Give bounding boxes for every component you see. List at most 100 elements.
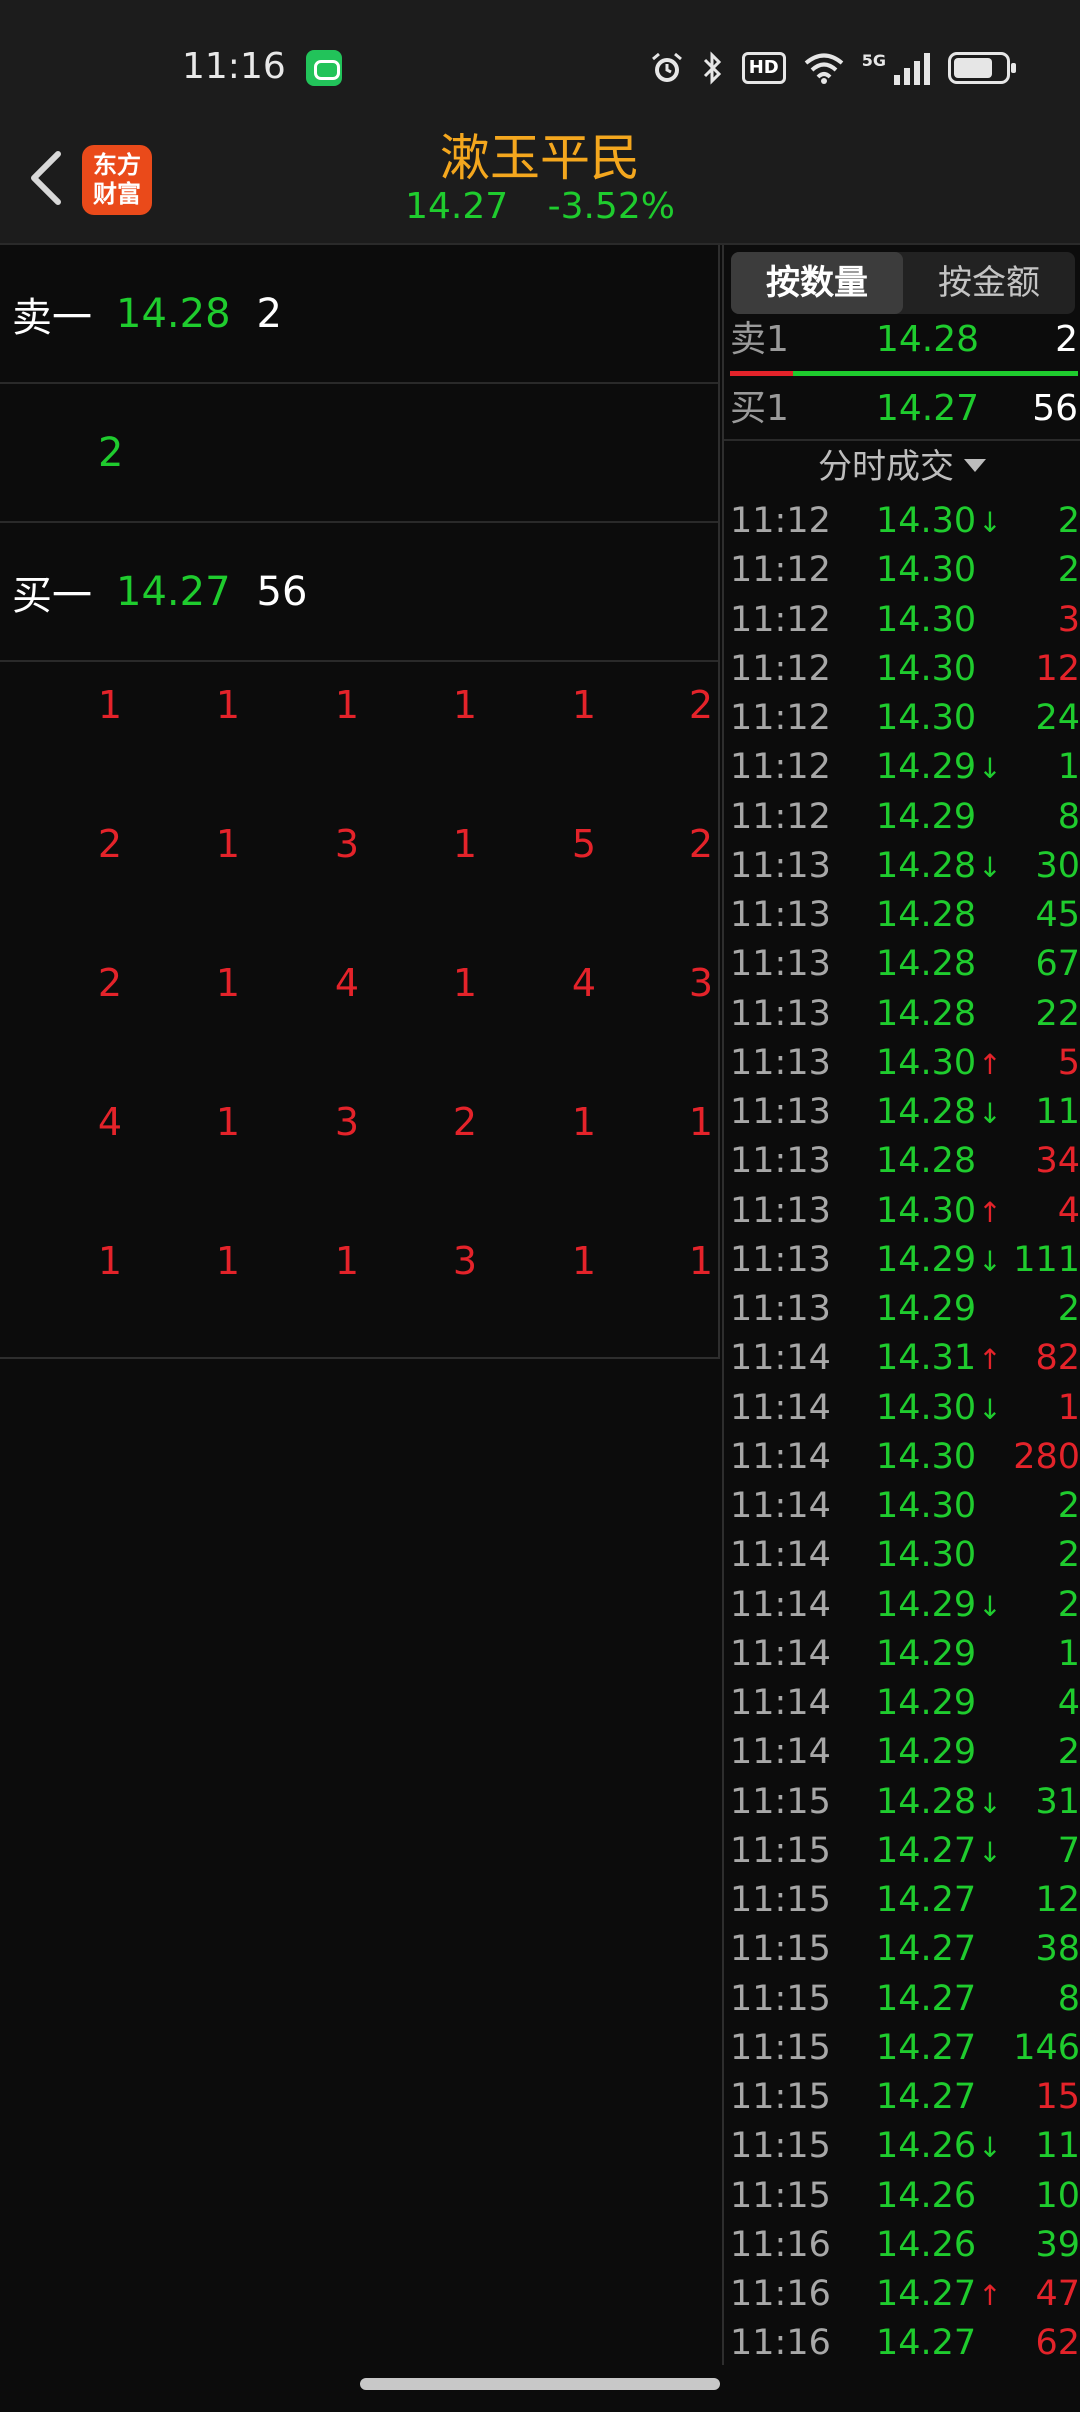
trade-price-value: 14.27 xyxy=(876,2323,977,2364)
queue-order-volume: 1 xyxy=(215,961,241,1005)
queue-order-volume: 1 xyxy=(215,683,241,727)
trade-price-value: 14.26 xyxy=(876,2126,977,2167)
trade-price-value: 14.30 xyxy=(876,599,977,640)
trade-price: 14.27 xyxy=(876,1876,976,1925)
trade-volume: 2 xyxy=(1057,1289,1080,1329)
queue-order-volume: 4 xyxy=(334,961,360,1005)
sell1-queue-row: 2 xyxy=(0,384,718,523)
trade-row: 11:15 14.26↓ 11 xyxy=(730,2122,1080,2171)
trade-volume: 2 xyxy=(1057,1584,1080,1625)
trade-row: 11:13 14.28 22 xyxy=(730,990,1080,1039)
trade-time: 11:14 xyxy=(730,1633,831,1674)
buy1-volume: 56 xyxy=(256,568,308,615)
trade-time: 11:12 xyxy=(730,747,831,788)
gesture-nav-bar[interactable] xyxy=(360,2378,720,2390)
trade-time: 11:13 xyxy=(730,1141,831,1182)
stock-quote: 14.27 -3.52% xyxy=(0,186,1080,227)
trade-volume: 11 xyxy=(1035,1092,1080,1132)
trade-time: 11:14 xyxy=(730,1436,831,1477)
queue-order-volume: 1 xyxy=(334,683,360,727)
arrow-down-icon: ↓ xyxy=(978,1097,1002,1130)
trade-price-value: 14.30 xyxy=(876,648,977,689)
trade-volume: 1 xyxy=(1057,747,1080,788)
alarm-icon xyxy=(651,52,682,82)
trade-time: 11:15 xyxy=(730,1929,831,1970)
buy1-summary-price: 14.27 xyxy=(876,388,980,429)
trade-time: 11:16 xyxy=(730,2323,831,2364)
trade-row: 11:12 14.29 8 xyxy=(730,793,1080,842)
trade-time: 11:15 xyxy=(730,2027,831,2068)
hd-icon: HD xyxy=(741,52,786,84)
trade-volume: 39 xyxy=(1035,2224,1080,2265)
trade-row: 11:13 14.30↑ 5 xyxy=(730,1039,1080,1088)
sell1-summary-price: 14.28 xyxy=(876,319,980,360)
trade-time: 11:15 xyxy=(730,2175,831,2216)
trade-time: 11:13 xyxy=(730,1042,831,1083)
arrow-down-icon: ↓ xyxy=(978,1835,1002,1869)
sell1-row: 卖一 14.28 2 xyxy=(0,245,718,384)
trade-price: 14.30 xyxy=(876,645,976,694)
queue-order-volume: 3 xyxy=(452,1239,478,1283)
wifi-icon xyxy=(804,53,844,84)
queue-order-volume: 1 xyxy=(452,822,478,866)
trade-volume: 30 xyxy=(1035,845,1080,886)
trade-row: 11:13 14.29↓ 111 xyxy=(730,1236,1080,1285)
sell1-summary-label: 卖1 xyxy=(730,319,789,360)
trade-price: 14.30 xyxy=(876,694,976,743)
status-time: 11:16 xyxy=(182,46,286,87)
buy1-summary-volume: 56 xyxy=(1032,388,1078,429)
trade-price-value: 14.30 xyxy=(876,1042,977,1083)
trade-price-value: 14.26 xyxy=(876,2224,977,2265)
trade-price: 14.30 xyxy=(876,1531,976,1580)
trade-row: 11:14 14.29 2 xyxy=(730,1728,1080,1777)
queue-order-volume: 1 xyxy=(688,1100,713,1144)
tab-by-amount[interactable]: 按金额 xyxy=(903,252,1075,314)
tab-by-volume[interactable]: 按数量 xyxy=(731,252,903,314)
trade-price-value: 14.29 xyxy=(876,1289,977,1329)
trade-volume: 5 xyxy=(1057,1042,1080,1083)
queue-order-volume: 1 xyxy=(452,683,478,727)
trade-price: 14.30↑ xyxy=(876,1039,1002,1089)
trade-price-value: 14.27 xyxy=(876,2027,977,2068)
trade-time: 11:14 xyxy=(730,1387,831,1428)
trade-time: 11:13 xyxy=(730,993,831,1034)
trade-time: 11:12 xyxy=(730,501,831,541)
trade-time: 11:14 xyxy=(730,1486,831,1526)
chat-app-icon xyxy=(306,50,342,86)
trade-price: 14.28 xyxy=(876,990,976,1039)
buy1-row: 买一 14.27 56 xyxy=(0,523,718,662)
time-sales-dropdown[interactable]: 分时成交 xyxy=(724,441,1080,493)
trade-volume: 67 xyxy=(1035,944,1080,985)
stock-price: 14.27 xyxy=(405,186,509,227)
trade-price-value: 14.29 xyxy=(876,1584,977,1625)
trade-price: 14.31↑ xyxy=(876,1334,1002,1384)
arrow-up-icon: ↑ xyxy=(978,1047,1002,1081)
trade-price-value: 14.27 xyxy=(876,1978,977,2019)
trade-volume: 12 xyxy=(1035,648,1080,689)
arrow-down-icon: ↓ xyxy=(978,1589,1002,1623)
trade-volume: 22 xyxy=(1035,993,1080,1034)
trade-time: 11:14 xyxy=(730,1535,831,1576)
trade-price: 14.30 xyxy=(876,546,976,595)
trade-price-value: 14.28 xyxy=(876,895,977,935)
trade-time: 11:15 xyxy=(730,1781,831,1822)
sell1-label: 卖一 xyxy=(12,294,92,341)
queue-order-volume: 1 xyxy=(215,822,241,866)
queue-order-volume: 1 xyxy=(452,961,478,1005)
trade-row: 11:14 14.30↓ 1 xyxy=(730,1384,1080,1433)
trade-time: 11:15 xyxy=(730,1880,831,1920)
trade-row: 11:12 14.30 3 xyxy=(730,596,1080,645)
trade-price: 14.29 xyxy=(876,1679,976,1728)
trade-price-value: 14.30 xyxy=(876,1535,977,1576)
trade-price-value: 14.30 xyxy=(876,501,977,541)
trade-price: 14.30 xyxy=(876,596,976,645)
queue-order-volume: 4 xyxy=(97,1100,123,1144)
trade-price: 14.28 xyxy=(876,940,976,989)
trade-row: 11:14 14.31↑ 82 xyxy=(730,1334,1080,1383)
time-sales-list[interactable]: 11:12 14.30↓ 2 11:12 14.30 2 11:12 14.30 3 11:12 1… xyxy=(730,497,1080,2369)
trade-row: 11:12 14.30 2 xyxy=(730,546,1080,595)
trade-volume: 62 xyxy=(1035,2323,1080,2364)
trade-price: 14.30↑ xyxy=(876,1187,1002,1237)
queue-order-volume: 1 xyxy=(571,683,597,727)
buy1-label: 买一 xyxy=(12,572,92,619)
